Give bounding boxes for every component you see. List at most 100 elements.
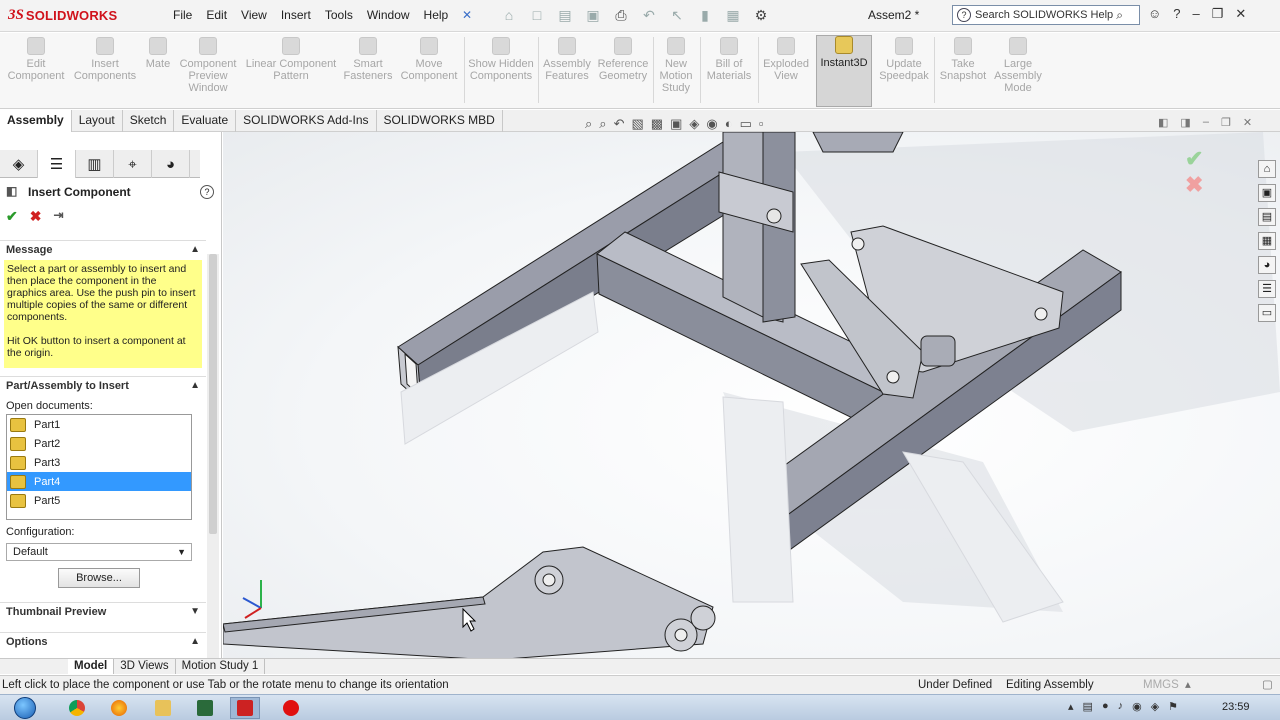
rebuild-icon[interactable]: ▮	[694, 5, 716, 25]
mate-button[interactable]: Mate	[142, 37, 174, 70]
options-gear-icon[interactable]: ⚙	[750, 5, 772, 25]
assembly-features-button[interactable]: Assembly Features	[542, 37, 592, 82]
viewport-right-icon[interactable]: ◨	[1180, 116, 1190, 129]
list-item[interactable]: .Part3	[7, 453, 191, 472]
tray-app3-icon[interactable]: ◈	[1151, 700, 1159, 713]
new-document-icon[interactable]: □	[526, 5, 548, 25]
file-explorer-icon[interactable]: ▤	[1258, 208, 1276, 226]
confirmation-corner[interactable]: ✔ ✖	[1185, 146, 1203, 198]
zoom-to-fit-icon[interactable]: ⌕	[585, 116, 592, 132]
clock[interactable]: 23:59	[1222, 701, 1250, 713]
section-view-icon[interactable]: ▧	[631, 116, 643, 132]
list-item-selected[interactable]: .Part4	[7, 472, 191, 491]
tray-flag-icon[interactable]: ⚑	[1168, 700, 1178, 713]
menu-insert[interactable]: Insert	[274, 8, 318, 22]
tab-sketch[interactable]: Sketch	[123, 110, 175, 132]
tab-assembly[interactable]: Assembly	[0, 110, 72, 132]
dimxpert-tab-icon[interactable]: ⌖	[114, 150, 152, 178]
menu-edit[interactable]: Edit	[199, 8, 234, 22]
tab-layout[interactable]: Layout	[72, 110, 123, 132]
insert-components-button[interactable]: Insert Components	[70, 37, 140, 82]
tray-volume-icon[interactable]: ♪	[1118, 700, 1124, 713]
menu-help[interactable]: Help	[417, 8, 456, 22]
property-manager-tab-icon[interactable]: ☰	[38, 150, 76, 178]
viewport-restore-icon[interactable]: ❐	[1221, 116, 1231, 129]
unit-menu-arrow-icon[interactable]: ▴	[1185, 676, 1191, 694]
menu-pin-icon[interactable]: ✕	[462, 8, 472, 22]
display-manager-tab-icon[interactable]: ◕	[152, 150, 190, 178]
configuration-select[interactable]: Default ▼	[6, 543, 192, 561]
configuration-manager-tab-icon[interactable]: ▥	[76, 150, 114, 178]
chrome-taskbar-icon[interactable]	[62, 697, 92, 719]
minimize-icon[interactable]: –	[1193, 6, 1200, 22]
message-group-header[interactable]: Message ▲	[0, 240, 206, 258]
viewport-close-icon[interactable]: ✕	[1243, 116, 1252, 129]
close-icon[interactable]: ✕	[1235, 6, 1246, 22]
tab-evaluate[interactable]: Evaluate	[174, 110, 237, 132]
feature-manager-tab-icon[interactable]: ◈	[0, 150, 38, 178]
linear-component-pattern-button[interactable]: Linear Component Pattern	[244, 37, 338, 82]
smart-fasteners-button[interactable]: Smart Fasteners	[340, 37, 396, 82]
collapse-chevron-icon[interactable]: ▲	[190, 241, 200, 259]
take-snapshot-button[interactable]: Take Snapshot	[938, 37, 988, 82]
undo-icon[interactable]: ↶	[638, 5, 660, 25]
scene-icon[interactable]: ▭	[740, 116, 752, 132]
tab-3d-views[interactable]: 3D Views	[114, 659, 176, 674]
ok-check-icon[interactable]: ✔	[6, 208, 18, 225]
menu-view[interactable]: View	[234, 8, 274, 22]
move-component-button[interactable]: Move Component	[398, 37, 460, 82]
search-icon[interactable]: ⌕	[1116, 8, 1123, 23]
pm-scrollbar[interactable]	[207, 254, 219, 658]
tray-app2-icon[interactable]: ◉	[1132, 700, 1142, 713]
new-motion-study-button[interactable]: New Motion Study	[656, 37, 696, 94]
view-settings-icon[interactable]: ▫	[759, 116, 764, 132]
expand-chevron-icon[interactable]: ▼	[190, 603, 200, 621]
instant3d-button[interactable]: Instant3D	[816, 35, 872, 107]
show-hidden-components-button[interactable]: Show Hidden Components	[468, 37, 534, 82]
thumbnail-preview-group-header[interactable]: Thumbnail Preview ▼	[0, 602, 206, 620]
exploded-view-button[interactable]: Exploded View	[762, 37, 810, 82]
component-preview-window-button[interactable]: Component Preview Window	[176, 37, 240, 94]
design-library-icon[interactable]: ▣	[1258, 184, 1276, 202]
hide-show-icon[interactable]: ◉	[706, 116, 717, 132]
scrollbar-thumb[interactable]	[209, 254, 217, 534]
browse-button[interactable]: Browse...	[58, 568, 140, 588]
select-arrow-icon[interactable]: ↖	[666, 5, 688, 25]
app-taskbar-icon[interactable]	[190, 697, 220, 719]
open-folder-icon[interactable]: ▤	[554, 5, 576, 25]
help-icon[interactable]: ?	[1173, 6, 1180, 22]
tab-model[interactable]: Model	[68, 659, 115, 674]
unit-system[interactable]: MMGS	[1143, 676, 1179, 694]
view-palette-icon[interactable]: ▦	[1258, 232, 1276, 250]
reference-geometry-button[interactable]: Reference Geometry	[596, 37, 650, 82]
tab-motion-study[interactable]: Motion Study 1	[176, 659, 266, 674]
list-item[interactable]: .Part1	[7, 415, 191, 434]
menu-file[interactable]: File	[166, 8, 199, 22]
tray-expand-icon[interactable]: ▴	[1068, 700, 1074, 713]
print-icon[interactable]: ⎙	[610, 5, 632, 25]
part-assembly-group-header[interactable]: Part/Assembly to Insert ▲	[0, 376, 206, 394]
confirm-cancel-icon[interactable]: ✖	[1185, 172, 1203, 197]
viewport-left-icon[interactable]: ◧	[1158, 116, 1168, 129]
dynamic-annotation-icon[interactable]: ▩	[651, 116, 663, 132]
file-properties-icon[interactable]: ▦	[722, 5, 744, 25]
solidworks-logo[interactable]: 3S SOLIDWORKS	[8, 3, 144, 27]
status-bar-icon[interactable]: ▢	[1262, 676, 1273, 694]
start-button[interactable]	[6, 695, 44, 720]
recorder-taskbar-icon[interactable]	[276, 697, 306, 719]
tab-mbd[interactable]: SOLIDWORKS MBD	[377, 110, 503, 132]
forum-icon[interactable]: ▭	[1258, 304, 1276, 322]
confirm-check-icon[interactable]: ✔	[1185, 146, 1203, 171]
graphics-area[interactable]: ✔ ✖ ⌂ ▣ ▤ ▦ ◕ ☰ ▭	[223, 132, 1280, 658]
update-speedpak-button[interactable]: Update Speedpak	[876, 37, 932, 82]
previous-view-icon[interactable]: ↶	[614, 116, 625, 132]
collapse-chevron-icon[interactable]: ▲	[190, 377, 200, 395]
explorer-taskbar-icon[interactable]	[148, 697, 178, 719]
menu-tools[interactable]: Tools	[318, 8, 360, 22]
solidworks-taskbar-icon[interactable]	[230, 697, 260, 719]
restore-icon[interactable]: ❐	[1212, 6, 1224, 22]
custom-properties-icon[interactable]: ☰	[1258, 280, 1276, 298]
appearances-icon[interactable]: ◕	[1258, 256, 1276, 274]
large-assembly-mode-button[interactable]: Large Assembly Mode	[994, 37, 1042, 94]
user-icon[interactable]: ☺	[1148, 6, 1161, 22]
